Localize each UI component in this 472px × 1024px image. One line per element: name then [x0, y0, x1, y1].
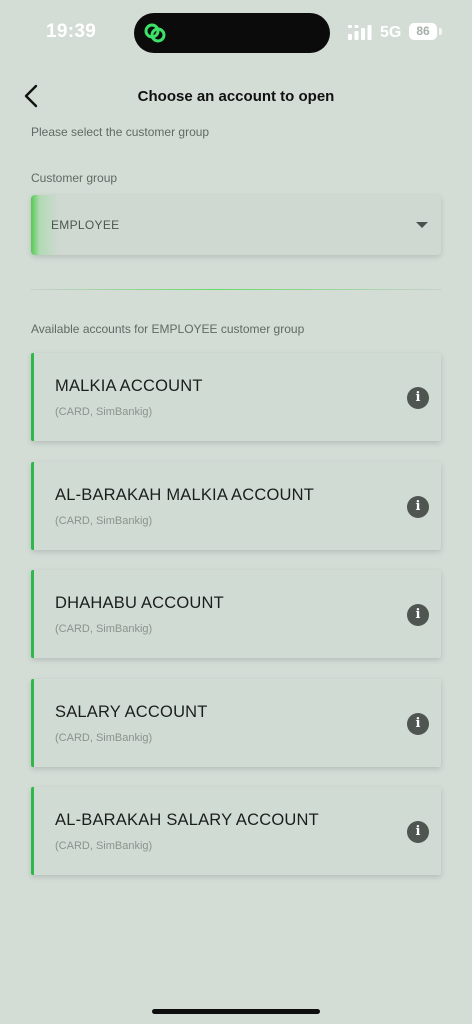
- info-icon[interactable]: i: [407, 712, 429, 735]
- instruction-text: Please select the customer group: [31, 125, 210, 139]
- customer-group-select[interactable]: EMPLOYEE: [31, 195, 441, 255]
- signal-strength-icon: [348, 25, 372, 40]
- home-indicator[interactable]: [152, 1009, 320, 1014]
- account-subtitle: (CARD, SimBankig): [55, 623, 153, 635]
- account-subtitle: (CARD, SimBankig): [55, 840, 153, 852]
- info-icon[interactable]: i: [407, 495, 429, 518]
- dynamic-island: [134, 13, 330, 53]
- info-icon[interactable]: i: [407, 387, 429, 409]
- battery-icon: 86: [409, 23, 437, 40]
- account-name: DHAHABU ACCOUNT: [55, 594, 224, 612]
- page-title: Choose an account to open: [137, 88, 335, 105]
- network-type: 5G: [380, 24, 402, 41]
- account-name: MALKIA ACCOUNT: [55, 377, 203, 395]
- account-subtitle: (CARD, SimBankig): [55, 406, 153, 418]
- account-name: SALARY ACCOUNT: [55, 702, 208, 721]
- account-card-al-barakah-salary[interactable]: AL-BARAKAH SALARY ACCOUNT (CARD, SimBank…: [31, 787, 441, 875]
- account-name: AL-BARAKAH MALKIA ACCOUNT: [55, 485, 314, 504]
- available-accounts-label: Available accounts for EMPLOYEE customer…: [31, 322, 305, 336]
- section-divider: [31, 289, 441, 290]
- account-card-malkia[interactable]: MALKIA ACCOUNT (CARD, SimBankig) i: [31, 353, 441, 441]
- battery-nub: [439, 28, 442, 35]
- status-time: 19:39: [46, 21, 97, 42]
- chevron-down-icon: [416, 222, 428, 228]
- account-subtitle: (CARD, SimBankig): [55, 731, 153, 744]
- account-card-salary[interactable]: SALARY ACCOUNT (CARD, SimBankig) i: [31, 678, 441, 767]
- account-card-dhahabu[interactable]: DHAHABU ACCOUNT (CARD, SimBankig) i: [31, 570, 441, 658]
- account-subtitle: (CARD, SimBankig): [55, 514, 153, 527]
- customer-group-label: Customer group: [31, 171, 118, 185]
- account-card-al-barakah-malkia[interactable]: AL-BARAKAH MALKIA ACCOUNT (CARD, SimBank…: [31, 461, 441, 550]
- info-icon[interactable]: i: [407, 604, 429, 626]
- status-bar: 19:39 5G 86: [0, 0, 472, 64]
- account-list: MALKIA ACCOUNT (CARD, SimBankig) i AL-BA…: [31, 353, 441, 896]
- account-name: AL-BARAKAH SALARY ACCOUNT: [55, 811, 319, 829]
- link-rings-icon: [144, 23, 166, 43]
- customer-group-value: EMPLOYEE: [51, 218, 120, 232]
- info-icon[interactable]: i: [407, 821, 429, 843]
